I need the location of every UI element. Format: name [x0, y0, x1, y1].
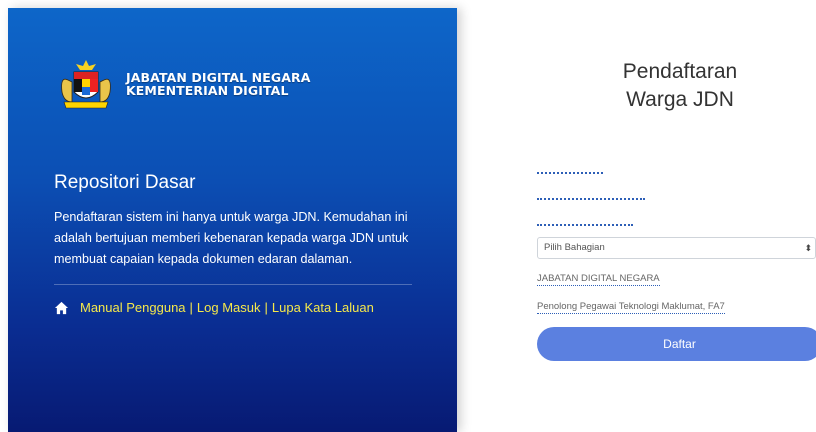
brand-text: JABATAN DIGITAL NEGARA KEMENTERIAN DIGIT… — [126, 71, 311, 97]
login-link[interactable]: Log Masuk — [197, 300, 261, 315]
phone-field[interactable] — [537, 222, 633, 226]
form-title-line2: Warga JDN — [626, 88, 734, 111]
form-title: Pendaftaran Warga JDN — [580, 58, 780, 114]
division-select-value: Pilih Bahagian — [544, 242, 605, 253]
page-title: Repositori Dasar — [54, 172, 196, 193]
link-separator: | — [189, 300, 193, 315]
select-arrows-icon: ⬍ — [804, 243, 812, 253]
department-value: JABATAN DIGITAL NEGARA — [537, 273, 660, 286]
position-value: Penolong Pegawai Teknologi Maklumat, FA7 — [537, 301, 725, 314]
position-field[interactable]: Penolong Pegawai Teknologi Maklumat, FA7 — [537, 301, 725, 314]
quick-links: Manual Pengguna | Log Masuk | Lupa Kata … — [54, 300, 374, 315]
department-field[interactable]: JABATAN DIGITAL NEGARA — [537, 273, 660, 286]
left-panel: JABATAN DIGITAL NEGARA KEMENTERIAN DIGIT… — [8, 8, 457, 432]
home-icon — [54, 301, 69, 314]
forgot-password-link[interactable]: Lupa Kata Laluan — [272, 300, 374, 315]
register-button[interactable]: Daftar — [537, 327, 816, 361]
divider — [54, 284, 412, 285]
brand: JABATAN DIGITAL NEGARA KEMENTERIAN DIGIT… — [54, 58, 311, 110]
form-title-line1: Pendaftaran — [622, 60, 738, 83]
manual-link[interactable]: Manual Pengguna — [80, 300, 186, 315]
email-field[interactable] — [537, 196, 645, 200]
link-separator: | — [264, 300, 268, 315]
intro-description: Pendaftaran sistem ini hanya untuk warga… — [54, 210, 409, 266]
division-select[interactable]: Pilih Bahagian ⬍ — [537, 237, 816, 259]
name-field[interactable] — [537, 170, 603, 174]
ministry-name: KEMENTERIAN DIGITAL — [126, 83, 289, 98]
coat-of-arms-logo — [61, 60, 111, 109]
